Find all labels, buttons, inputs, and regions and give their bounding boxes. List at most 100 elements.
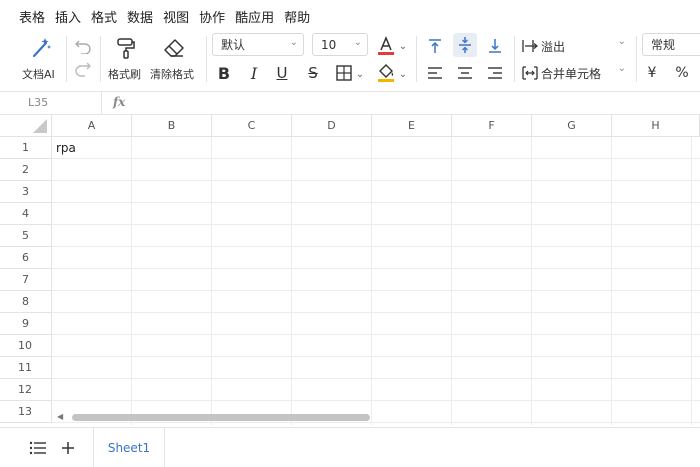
menu-apps[interactable]: 酷应用: [235, 7, 274, 26]
align-left-icon: [428, 67, 442, 79]
menu-data[interactable]: 数据: [127, 7, 153, 26]
row-header-11[interactable]: 11: [0, 357, 52, 379]
sheet-list-button[interactable]: [28, 438, 48, 458]
doc-ai-label: 文档AI: [22, 68, 55, 81]
format-painter-label: 格式刷: [108, 68, 141, 81]
format-painter-button[interactable]: [113, 36, 139, 60]
select-all-corner[interactable]: [0, 115, 52, 137]
merge-cells-label: 合并单元格: [541, 66, 602, 81]
row-header-7[interactable]: 7: [0, 269, 52, 291]
row-header-3[interactable]: 3: [0, 181, 52, 203]
underline-button[interactable]: U: [272, 62, 292, 84]
fill-color-dropdown-icon[interactable]: ⌄: [398, 67, 408, 81]
redo-icon: [75, 62, 91, 77]
row-header-5[interactable]: 5: [0, 225, 52, 247]
doc-ai-button[interactable]: [28, 36, 54, 60]
list-icon: [29, 441, 46, 455]
font-color-dropdown-icon[interactable]: ⌄: [398, 39, 408, 53]
row-header-1[interactable]: 1: [0, 137, 52, 159]
text-overflow-icon: [522, 40, 538, 52]
merge-cells-icon: [522, 66, 538, 80]
row-header-4[interactable]: 4: [0, 203, 52, 225]
toolbar: 文档AI 格式刷 清除格式 默认 ⌄ 10 ⌄ ⌄ B I U S ⌄ ⌄ 溢出…: [0, 32, 700, 88]
divider: [206, 36, 207, 82]
currency-format-button[interactable]: ¥: [644, 62, 660, 84]
cell-gridlines[interactable]: [52, 137, 700, 425]
row-header-12[interactable]: 12: [0, 379, 52, 401]
number-format-select[interactable]: 常规: [642, 33, 700, 56]
column-header-e[interactable]: E: [372, 115, 452, 137]
spreadsheet-grid: A B C D E F G H 1 2 3 4 5 6 7 8 9 10 11 …: [0, 115, 700, 425]
menu-format[interactable]: 格式: [91, 7, 117, 26]
fill-color-button[interactable]: [376, 62, 396, 84]
row-header-2[interactable]: 2: [0, 159, 52, 181]
row-header-9[interactable]: 9: [0, 313, 52, 335]
clear-format-button[interactable]: [161, 36, 187, 60]
align-left-button[interactable]: [424, 62, 446, 84]
eraser-icon: [164, 39, 184, 57]
strikethrough-button[interactable]: S: [303, 62, 323, 84]
borders-dropdown-icon[interactable]: ⌄: [355, 67, 365, 81]
formula-bar: L35 fx: [0, 91, 700, 115]
chevron-down-icon: ⌄: [353, 37, 362, 48]
row-header-6[interactable]: 6: [0, 247, 52, 269]
column-header-c[interactable]: C: [212, 115, 292, 137]
column-header-g[interactable]: G: [532, 115, 612, 137]
chevron-down-icon: ⌄: [289, 37, 298, 48]
menu-collaborate[interactable]: 协作: [199, 7, 225, 26]
fx-icon: fx: [113, 95, 126, 109]
text-overflow-label: 溢出: [541, 39, 566, 54]
cell-a1[interactable]: rpa: [52, 137, 132, 159]
font-color-icon: [378, 36, 394, 55]
align-middle-icon: [459, 37, 471, 53]
row-header-13[interactable]: 13: [0, 401, 52, 423]
percent-format-button[interactable]: %: [674, 62, 690, 84]
align-center-button[interactable]: [454, 62, 476, 84]
divider: [66, 36, 67, 82]
redo-button[interactable]: [72, 60, 94, 80]
text-overflow-select[interactable]: 溢出 ⌄: [522, 35, 630, 57]
column-header-h[interactable]: H: [612, 115, 700, 137]
scrollbar-thumb[interactable]: [72, 414, 370, 421]
border-grid-icon: [336, 65, 352, 81]
sheet-tab-sheet1[interactable]: Sheet1: [93, 428, 165, 467]
formula-input[interactable]: [140, 92, 700, 114]
merge-cells-select[interactable]: 合并单元格 ⌄: [522, 62, 630, 84]
column-header-b[interactable]: B: [132, 115, 212, 137]
sheet-tab-bar: Sheet1: [0, 427, 700, 467]
horizontal-scrollbar[interactable]: ◀: [52, 410, 700, 425]
menu-view[interactable]: 视图: [163, 7, 189, 26]
divider: [416, 36, 417, 82]
column-header-a[interactable]: A: [52, 115, 132, 137]
menu-insert[interactable]: 插入: [55, 7, 81, 26]
menu-table[interactable]: 表格: [19, 7, 45, 26]
chevron-down-icon: ⌄: [617, 36, 626, 47]
align-bottom-icon: [489, 39, 501, 53]
italic-button[interactable]: I: [244, 62, 264, 84]
align-middle-button[interactable]: [453, 33, 477, 57]
column-header-f[interactable]: F: [452, 115, 532, 137]
borders-button[interactable]: [334, 63, 354, 83]
chevron-down-icon: ⌄: [617, 63, 626, 74]
paint-bucket-icon: [378, 64, 394, 82]
scroll-left-arrow-icon[interactable]: ◀: [57, 412, 63, 421]
menu-help[interactable]: 帮助: [284, 7, 310, 26]
corner-triangle-icon: [33, 119, 47, 133]
align-top-button[interactable]: [424, 35, 446, 57]
add-sheet-button[interactable]: [58, 438, 78, 458]
divider: [514, 36, 515, 82]
font-color-button[interactable]: [376, 35, 396, 57]
divider: [636, 36, 637, 82]
align-right-button[interactable]: [484, 62, 506, 84]
clear-format-label: 清除格式: [150, 68, 194, 81]
number-format-value: 常规: [651, 38, 676, 52]
align-bottom-button[interactable]: [484, 35, 506, 57]
row-header-10[interactable]: 10: [0, 335, 52, 357]
font-size-select[interactable]: 10 ⌄: [312, 33, 368, 56]
font-family-select[interactable]: 默认 ⌄: [212, 33, 304, 56]
cell-reference-box[interactable]: L35: [0, 92, 102, 114]
bold-button[interactable]: B: [214, 62, 234, 84]
row-header-8[interactable]: 8: [0, 291, 52, 313]
undo-button[interactable]: [72, 36, 94, 56]
column-header-d[interactable]: D: [292, 115, 372, 137]
